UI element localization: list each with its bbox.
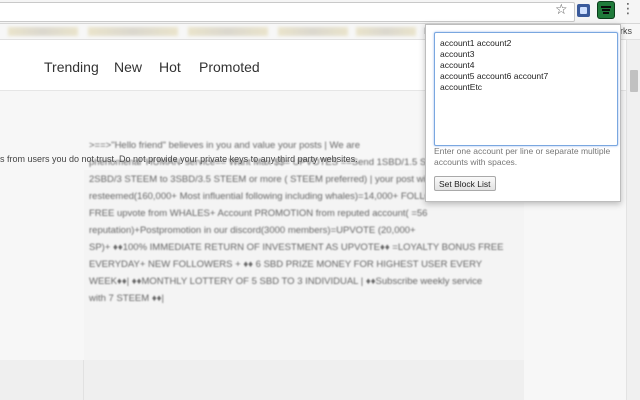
nav-hot[interactable]: Hot	[159, 59, 181, 75]
blurred-bookmark[interactable]	[88, 27, 178, 36]
block-list-help-text: Enter one account per line or separate m…	[434, 146, 611, 167]
comment-line: reputation)+Postpromotion in our discord…	[89, 225, 416, 236]
nav-promoted[interactable]: Promoted	[199, 59, 260, 75]
block-list-popup: account1 account2 account3 account4 acco…	[425, 24, 621, 202]
extension-blue-icon[interactable]	[577, 4, 590, 17]
set-block-list-button[interactable]: Set Block List	[434, 176, 496, 191]
page-scrollbar[interactable]	[626, 40, 640, 400]
panel-divider	[83, 360, 84, 400]
address-bar[interactable]	[0, 2, 575, 22]
comment-line: WEEK♦♦| ♦♦MONTHLY LOTTERY OF 5 SBD TO 3 …	[89, 276, 483, 287]
comment-line: SP)+ ♦♦100% IMMEDIATE RETURN OF INVESTME…	[89, 242, 504, 253]
blurred-bookmark[interactable]	[356, 27, 416, 36]
block-list-extension-icon[interactable]	[598, 2, 614, 18]
browser-menu-icon[interactable]: ⋮	[621, 2, 635, 16]
scroll-thumb[interactable]	[630, 70, 638, 92]
nav-trending[interactable]: Trending	[44, 59, 99, 75]
comment-line: EVERYDAY+ NEW FOLLOWERS + ♦♦ 6 SBD PRIZE…	[89, 259, 483, 270]
nav-new[interactable]: New	[114, 59, 142, 75]
bookmark-star-icon[interactable]: ☆	[555, 3, 568, 17]
block-list-textarea[interactable]: account1 account2 account3 account4 acco…	[434, 32, 618, 146]
lower-panel	[0, 360, 524, 400]
blurred-bookmark[interactable]	[8, 27, 78, 36]
blurred-bookmark[interactable]	[278, 27, 348, 36]
comment-line: with 7 STEEM ♦♦|	[89, 293, 164, 304]
browser-toolbar: ☆ ⋮	[0, 0, 640, 24]
blurred-bookmark[interactable]	[188, 27, 268, 36]
comment-line: FREE upvote from WHALES+ Account PROMOTI…	[89, 208, 428, 219]
